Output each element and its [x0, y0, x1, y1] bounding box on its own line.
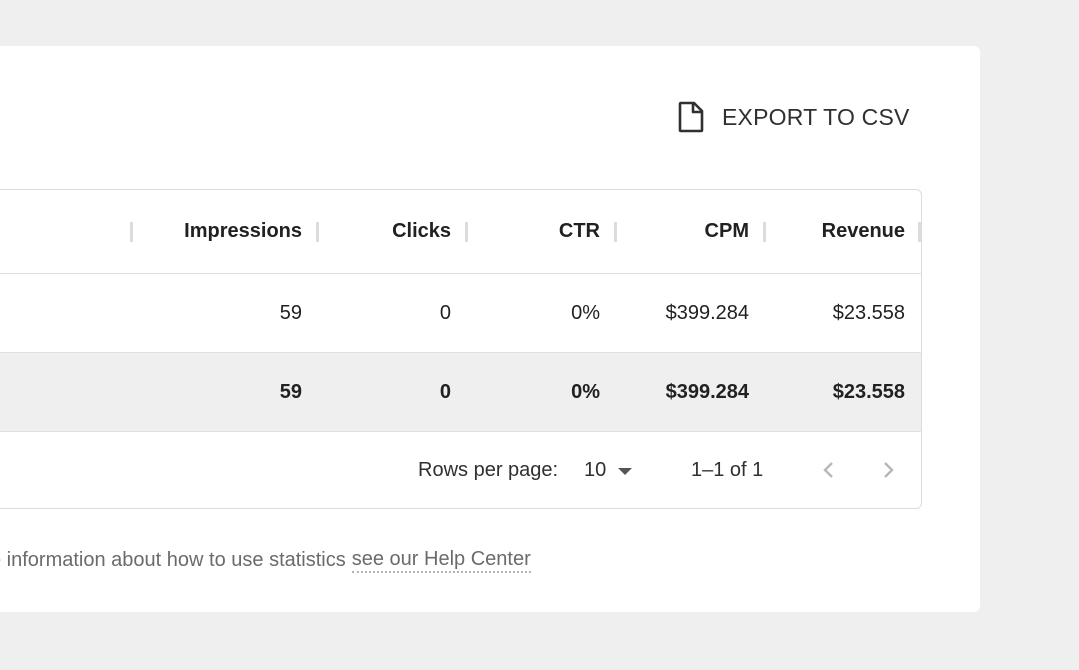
help-note-text: e information about how to use statistic… — [0, 548, 346, 571]
total-impressions: 59 — [279, 380, 302, 403]
rows-per-page-select[interactable]: 10 — [584, 432, 633, 508]
help-center-link[interactable]: see our Help Center — [351, 548, 531, 573]
rows-per-page-value: 10 — [584, 458, 607, 481]
column-resize-handle[interactable] — [465, 222, 468, 242]
table-header-row: Impressions Clicks CTR CPM Revenue — [0, 190, 921, 274]
chevron-left-icon — [823, 462, 833, 478]
column-header-impressions[interactable]: Impressions — [131, 190, 302, 273]
cell-clicks: 0 — [439, 301, 451, 324]
caret-down-icon — [618, 468, 633, 475]
column-resize-handle[interactable] — [614, 222, 617, 242]
total-cpm: $399.284 — [665, 380, 749, 403]
export-csv-label: EXPORT TO CSV — [722, 103, 910, 130]
help-note: e information about how to use statistic… — [0, 546, 531, 574]
cell-ctr: 0% — [571, 301, 600, 324]
statistics-table: Impressions Clicks CTR CPM Revenue 59 0 … — [0, 189, 922, 509]
rows-per-page-label: Rows per page: — [418, 458, 559, 481]
column-header-cpm[interactable]: CPM — [621, 190, 749, 273]
column-resize-handle[interactable] — [316, 222, 319, 242]
table-pagination: Rows per page: 10 1–1 of 1 — [0, 432, 921, 508]
table-row: 59 0 0% $399.284 $23.558 — [0, 274, 921, 353]
column-resize-handle[interactable] — [918, 222, 921, 242]
cell-cpm: $399.284 — [665, 301, 749, 324]
total-revenue: $23.558 — [832, 380, 905, 403]
column-header-revenue[interactable]: Revenue — [771, 190, 905, 273]
cell-impressions: 59 — [279, 301, 302, 324]
previous-page-button[interactable] — [813, 454, 845, 486]
table-total-row: 59 0 0% $399.284 $23.558 — [0, 353, 921, 432]
export-csv-button[interactable]: EXPORT TO CSV — [676, 98, 910, 136]
file-icon — [676, 101, 706, 133]
chevron-right-icon — [884, 462, 894, 478]
pagination-range: 1–1 of 1 — [691, 458, 764, 481]
column-resize-handle[interactable] — [763, 222, 766, 242]
total-ctr: 0% — [571, 380, 600, 403]
total-clicks: 0 — [439, 380, 451, 403]
column-header-ctr[interactable]: CTR — [471, 190, 600, 273]
next-page-button[interactable] — [872, 454, 904, 486]
column-header-clicks[interactable]: Clicks — [321, 190, 451, 273]
cell-revenue: $23.558 — [832, 301, 905, 324]
